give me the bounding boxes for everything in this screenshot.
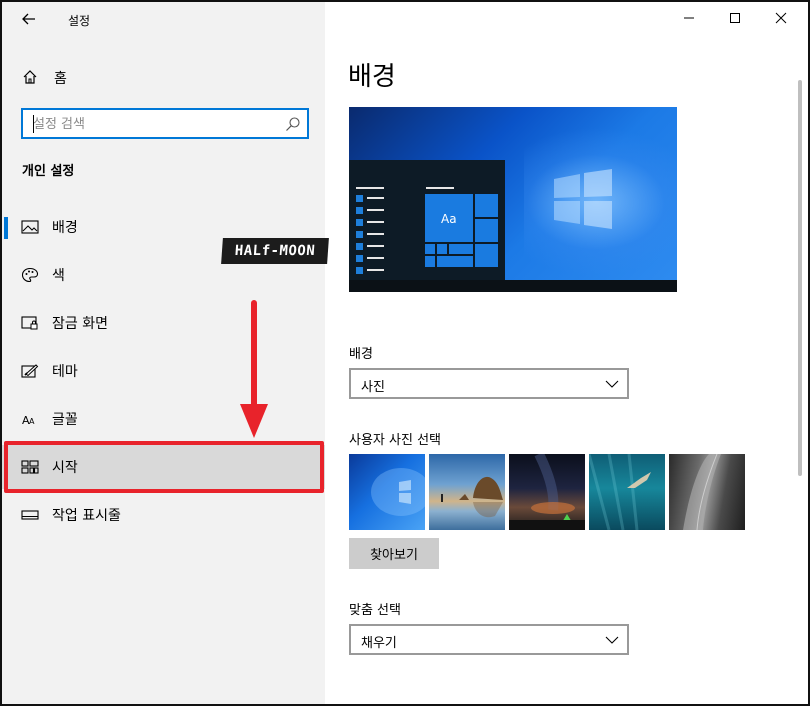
page-title: 배경 (348, 62, 396, 92)
palette-icon (21, 267, 39, 283)
menu-square (356, 267, 363, 274)
menu-line (367, 221, 384, 223)
sidebar-item-lock-screen[interactable]: 잠금 화면 (2, 301, 325, 345)
home-icon (23, 70, 37, 84)
windows-logo-icon (554, 169, 612, 229)
menu-line (367, 197, 384, 199)
night-sky-tent-image (509, 454, 585, 530)
back-button[interactable] (16, 8, 42, 30)
menu-square (356, 231, 363, 238)
search-input[interactable] (33, 114, 273, 134)
home-label: 홈 (54, 71, 67, 87)
background-select[interactable]: 사진 (349, 368, 629, 399)
beach-rock-image (441, 476, 503, 518)
maximize-icon (730, 13, 740, 23)
menu-line (367, 209, 384, 211)
underwater-swimmer-image (589, 454, 651, 530)
tile-label: Aa (441, 212, 457, 226)
highlight-annotation-box (4, 441, 324, 493)
minimize-icon (684, 17, 694, 19)
section-title: 개인 설정 (22, 164, 75, 179)
fit-select[interactable]: 채우기 (349, 624, 629, 655)
active-indicator (4, 217, 8, 239)
tile (474, 193, 499, 218)
app-title: 설정 (68, 14, 91, 28)
search-icon[interactable] (285, 116, 301, 132)
tile (474, 243, 499, 268)
sidebar-item-label: 작업 표시줄 (52, 508, 121, 524)
watermark-logo: HALf-MOON (221, 238, 329, 264)
menu-line (367, 269, 384, 271)
maximize-button[interactable] (712, 4, 758, 32)
text-caret (33, 115, 34, 133)
close-icon (775, 12, 787, 24)
menu-line (367, 233, 384, 235)
desktop-preview: Aa (349, 107, 677, 292)
menu-square (356, 195, 363, 202)
tile (424, 255, 436, 268)
tile (424, 243, 436, 255)
tile: Aa (424, 193, 474, 243)
tile (436, 255, 474, 268)
svg-text:A: A (29, 417, 35, 426)
photo-picker-label: 사용자 사진 선택 (349, 433, 441, 448)
menu-line (367, 245, 384, 247)
taskbar-preview (349, 280, 677, 292)
menu-line (356, 187, 384, 189)
theme-brush-icon (21, 364, 39, 378)
rock-cliff-thumbnail[interactable] (669, 454, 745, 530)
rock-cliff-image (683, 454, 721, 530)
sidebar-item-label: 글꼴 (52, 412, 78, 428)
beach-rock-thumbnail[interactable] (429, 454, 505, 530)
sidebar-item-label: 색 (52, 268, 65, 284)
sidebar-item-fonts[interactable]: AA 글꼴 (2, 397, 325, 441)
menu-line (367, 257, 384, 259)
browse-button[interactable]: 찾아보기 (349, 538, 439, 569)
close-button[interactable] (758, 4, 804, 32)
menu-line (426, 187, 454, 189)
start-menu-preview: Aa (349, 160, 505, 280)
lock-screen-icon (21, 316, 38, 330)
tile (474, 218, 499, 243)
sidebar-item-home[interactable]: 홈 (2, 62, 325, 92)
chevron-down-icon (605, 380, 619, 388)
windows-logo-icon (371, 468, 425, 516)
underwater-swimmer-thumbnail[interactable] (589, 454, 665, 530)
sidebar-item-label: 테마 (52, 364, 78, 380)
tile (436, 243, 448, 255)
font-icon: AA (22, 414, 35, 427)
background-select-value: 사진 (361, 380, 385, 395)
scrollbar[interactable] (798, 80, 802, 476)
sidebar-item-theme[interactable]: 테마 (2, 349, 325, 393)
title-bar: 설정 (2, 2, 325, 36)
minimize-button[interactable] (666, 4, 712, 32)
taskbar-icon (21, 510, 39, 520)
menu-square (356, 243, 363, 250)
fit-select-value: 채우기 (361, 636, 397, 651)
annotation-arrow (251, 300, 257, 408)
window-controls (666, 4, 804, 32)
sidebar-item-label: 잠금 화면 (52, 316, 108, 332)
background-label: 배경 (349, 347, 373, 362)
picture-icon (21, 220, 39, 234)
tile (448, 243, 474, 255)
menu-square (356, 219, 363, 226)
sidebar-item-label: 배경 (52, 220, 78, 236)
menu-square (356, 255, 363, 262)
search-box[interactable] (21, 108, 309, 139)
night-sky-tent-thumbnail[interactable] (509, 454, 585, 530)
back-arrow-icon (22, 13, 35, 25)
annotation-arrow-head (240, 404, 268, 438)
menu-square (356, 207, 363, 214)
chevron-down-icon (605, 636, 619, 644)
windows-blue-thumbnail[interactable] (349, 454, 425, 530)
sidebar: 설정 홈 개인 설정 배경 색 잠금 화면 테마 AA 글꼴 시작 작업 표시줄 (2, 2, 325, 704)
sidebar-item-taskbar[interactable]: 작업 표시줄 (2, 493, 325, 537)
fit-label: 맞춤 선택 (349, 603, 401, 618)
